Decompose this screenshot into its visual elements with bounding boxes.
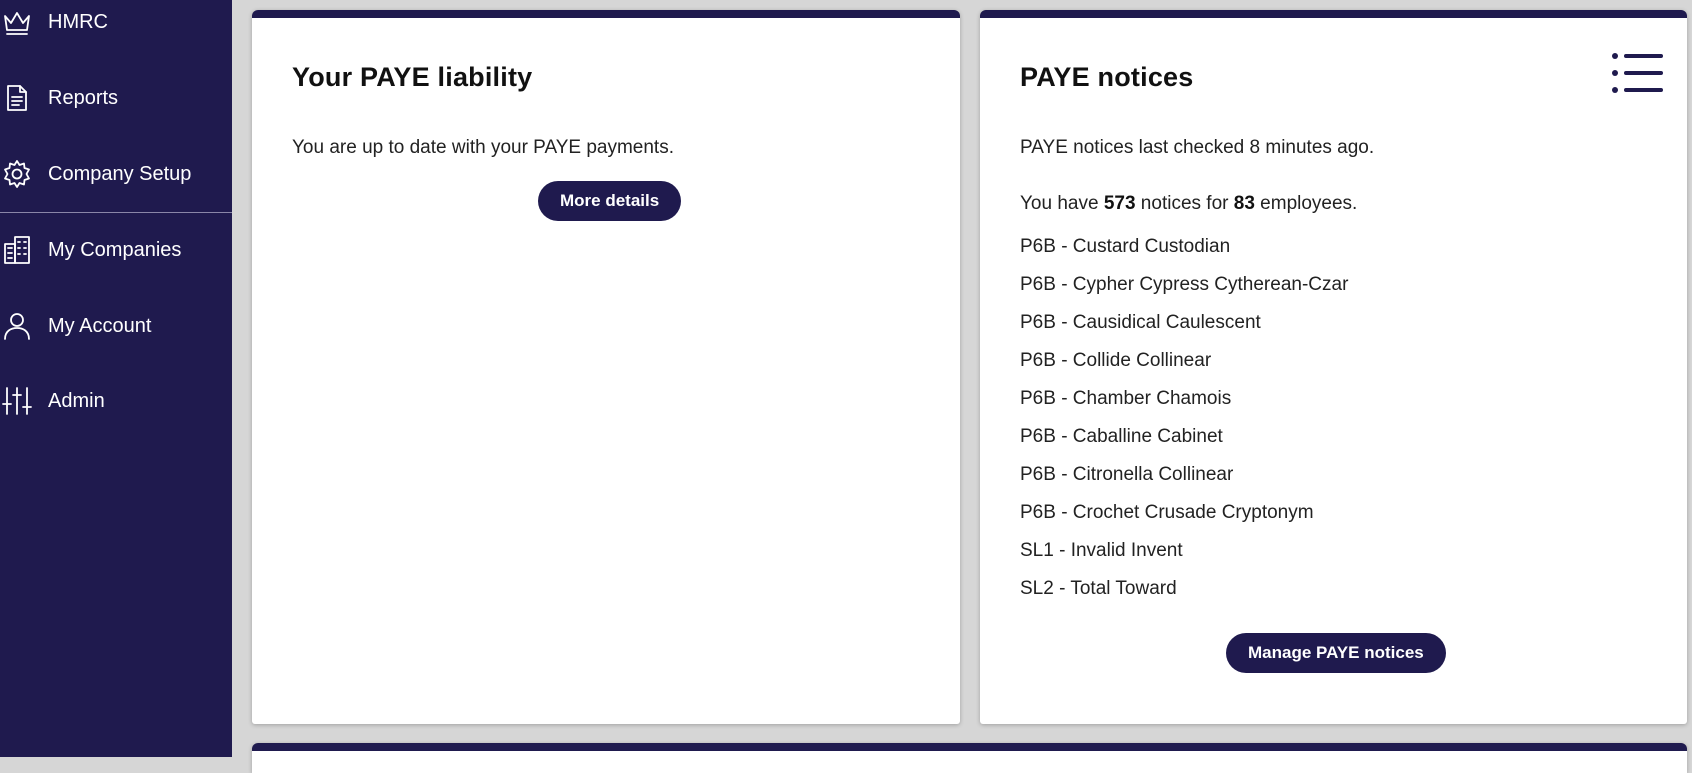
- sidebar-item-label: Reports: [48, 86, 119, 109]
- document-icon: [0, 81, 34, 115]
- crown-icon: [0, 5, 34, 39]
- more-details-button[interactable]: More details: [538, 181, 682, 221]
- list-item: SL1 - Invalid Invent: [1020, 540, 1183, 561]
- list-item: P6B - Caballine Cabinet: [1020, 426, 1223, 447]
- last-checked-text: PAYE notices last checked 8 minutes ago.: [1020, 137, 1375, 158]
- sidebar-item-my-companies[interactable]: My Companies: [0, 220, 232, 280]
- notices-list: P6B - Custard Custodian P6B - Cypher Cyp…: [1020, 228, 1348, 608]
- sidebar-item-company-setup[interactable]: Company Setup: [0, 144, 232, 204]
- sidebar-item-label: My Companies: [48, 238, 182, 261]
- gear-icon: [0, 157, 34, 191]
- list-item: SL2 - Total Toward: [1020, 578, 1177, 599]
- sidebar-item-label: Company Setup: [48, 162, 192, 185]
- list-item: P6B - Chamber Chamois: [1020, 388, 1232, 409]
- sidebar-item-label: HMRC: [48, 10, 108, 33]
- employee-count: 83: [1233, 193, 1255, 214]
- sidebar-item-my-account[interactable]: My Account: [0, 296, 232, 356]
- summary-prefix: You have: [1020, 193, 1104, 214]
- sidebar-item-admin[interactable]: Admin: [0, 371, 232, 431]
- list-item: P6B - Cypher Cypress Cytherean-Czar: [1020, 274, 1349, 295]
- sliders-icon: [0, 384, 34, 418]
- notice-count: 573: [1103, 193, 1136, 214]
- card-title: PAYE notices: [1020, 62, 1194, 92]
- list-item: P6B - Citronella Collinear: [1020, 464, 1234, 485]
- summary-suffix: employees.: [1254, 193, 1358, 214]
- paye-liability-card: Your PAYE liability You are up to date w…: [252, 10, 960, 724]
- notice-summary: You have 573 notices for 83 employees.: [1020, 193, 1357, 215]
- list-item: P6B - Causidical Caulescent: [1020, 312, 1261, 333]
- list-item: P6B - Custard Custodian: [1020, 236, 1231, 257]
- card-title: Your PAYE liability: [292, 62, 533, 92]
- sidebar-item-hmrc[interactable]: HMRC: [0, 0, 232, 52]
- user-icon: [0, 309, 34, 343]
- manage-paye-notices-button[interactable]: Manage PAYE notices: [1226, 633, 1446, 673]
- buildings-icon: [0, 233, 34, 267]
- list-item: P6B - Collide Collinear: [1020, 350, 1212, 371]
- summary-middle: notices for: [1135, 193, 1234, 214]
- sidebar: HMRC Reports Company Setup My Companies …: [0, 0, 232, 757]
- sidebar-item-reports[interactable]: Reports: [0, 68, 232, 128]
- sidebar-item-label: My Account: [48, 314, 152, 337]
- list-item: P6B - Crochet Crusade Cryptonym: [1020, 502, 1314, 523]
- liability-status-text: You are up to date with your PAYE paymen…: [292, 137, 674, 158]
- sidebar-item-label: Admin: [48, 389, 105, 412]
- paye-notices-card: PAYE notices PAYE notices last checked 8…: [980, 10, 1687, 724]
- sidebar-divider: [0, 212, 232, 213]
- list-menu-icon[interactable]: [1611, 52, 1665, 94]
- next-card: [252, 743, 1687, 773]
